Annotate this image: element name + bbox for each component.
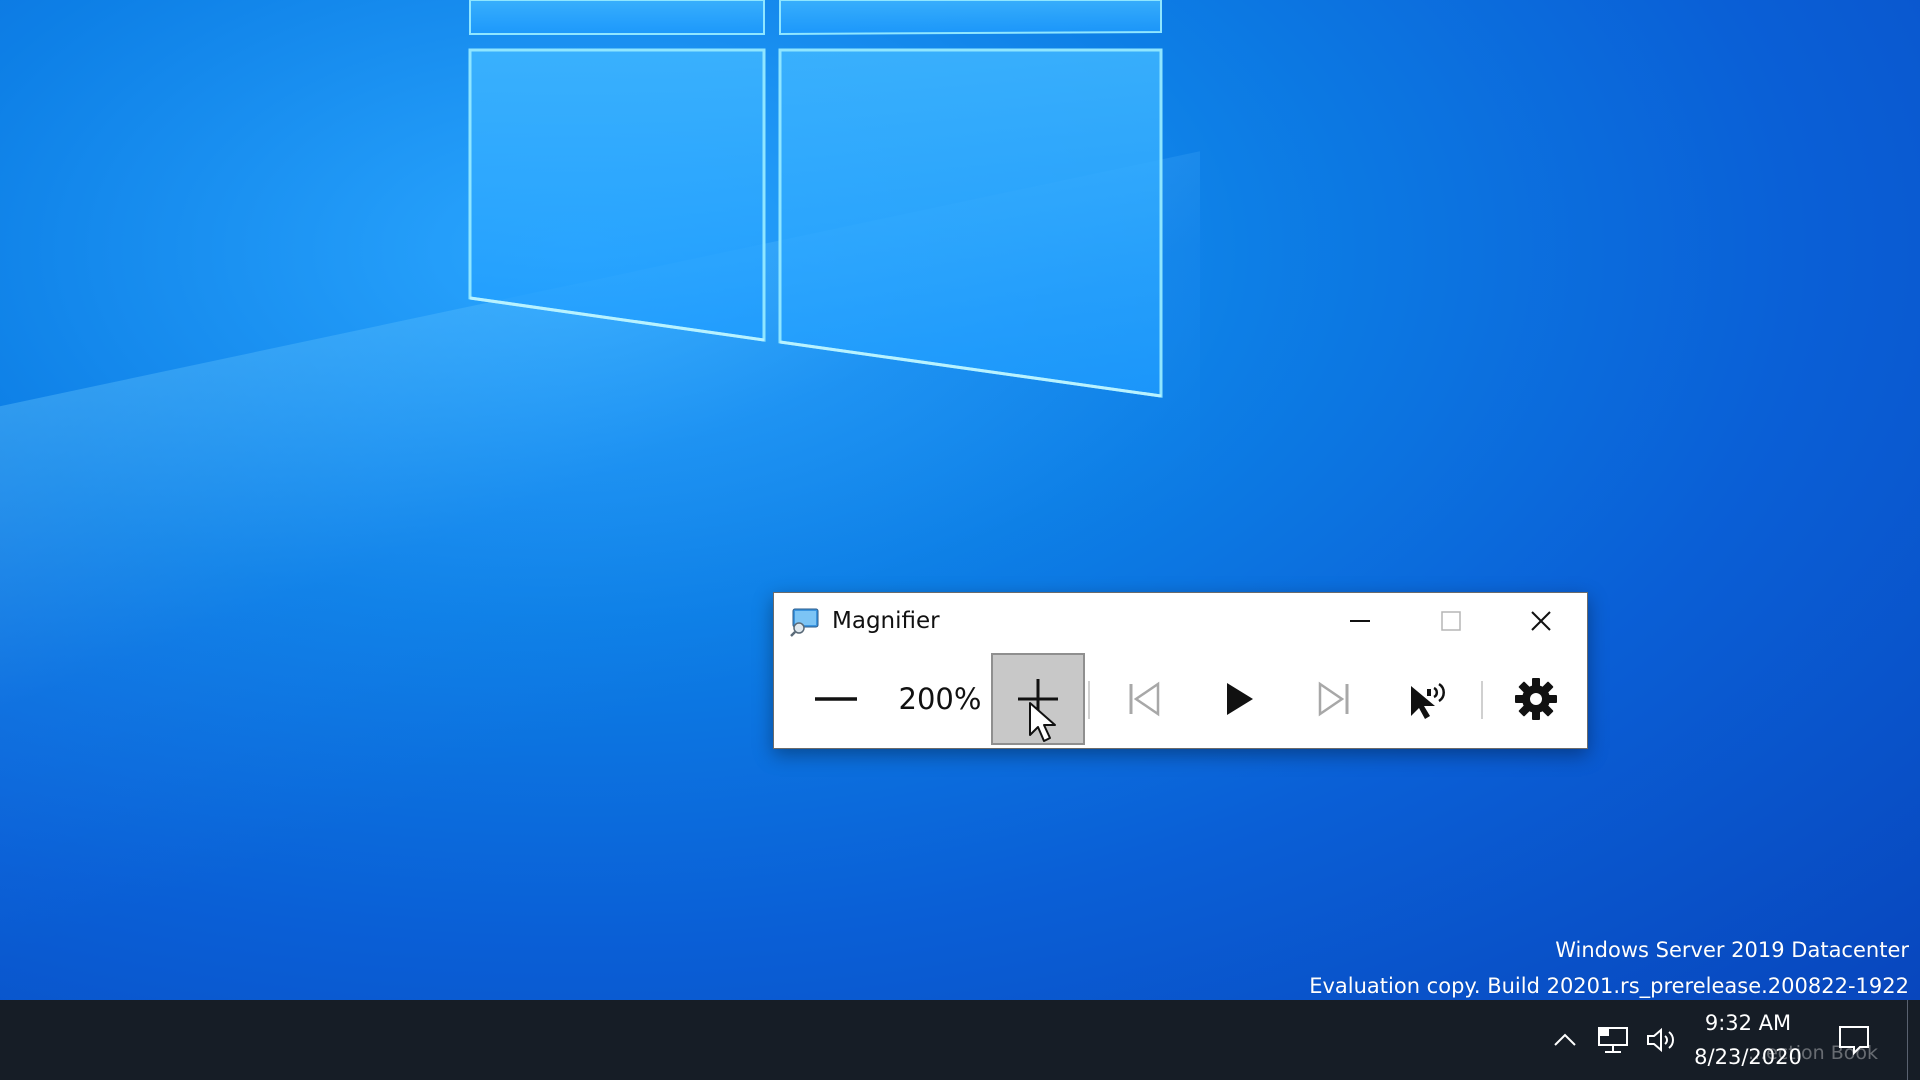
volume-tray-button[interactable] — [1641, 1000, 1681, 1080]
minimize-button[interactable] — [1315, 593, 1405, 649]
network-tray-button[interactable] — [1593, 1000, 1633, 1080]
toolbar-separator — [1481, 681, 1483, 719]
os-watermark: Windows Server 2019 Datacenter Evaluatio… — [1309, 932, 1909, 1004]
zoom-out-button[interactable] — [790, 649, 882, 749]
previous-button[interactable] — [1099, 649, 1189, 749]
clock-time: 9:32 AM — [1704, 1011, 1792, 1035]
watermark-build: Evaluation copy. Build 20201.rs_prerelea… — [1309, 974, 1909, 998]
logo-pane-top-left — [469, 0, 765, 35]
magnifier-window: Magnifier 200% — [773, 592, 1588, 749]
chevron-up-icon — [1554, 1033, 1576, 1046]
logo-pane-top-right — [779, 0, 1162, 36]
show-hidden-icons-button[interactable] — [1545, 1000, 1585, 1080]
play-icon — [1227, 683, 1253, 715]
close-button[interactable] — [1496, 593, 1586, 649]
maximize-button[interactable] — [1406, 593, 1496, 649]
minimize-icon — [1350, 620, 1370, 622]
skip-previous-icon — [1129, 681, 1160, 717]
taskbar: 9:32 AM 8/23/2020 — [0, 1000, 1920, 1080]
read-from-here-button[interactable] — [1384, 649, 1476, 749]
windows-logo — [468, 0, 1163, 398]
minus-icon — [815, 697, 857, 701]
toolbar-separator — [1088, 681, 1090, 719]
logo-pane-bottom-right — [778, 48, 1163, 398]
volume-icon — [1647, 1027, 1674, 1053]
pointer-speak-icon — [1411, 682, 1445, 719]
next-button[interactable] — [1289, 649, 1379, 749]
close-icon — [1531, 611, 1551, 631]
gear-icon — [1515, 678, 1557, 720]
skip-next-icon — [1318, 681, 1349, 717]
show-desktop-button[interactable] — [1907, 1000, 1920, 1080]
magnifier-app-icon — [790, 608, 819, 637]
play-button[interactable] — [1194, 649, 1284, 749]
magnifier-titlebar[interactable]: Magnifier — [774, 593, 1587, 649]
logo-pane-bottom-left — [468, 48, 766, 342]
settings-button[interactable] — [1490, 649, 1582, 749]
desktop-wallpaper — [0, 0, 1920, 1000]
mouse-cursor-icon — [1029, 702, 1056, 742]
network-icon — [1598, 1027, 1628, 1053]
maximize-icon — [1441, 611, 1461, 631]
zoom-level: 200% — [898, 682, 982, 716]
magnifier-toolbar: 200% — [774, 649, 1587, 749]
ghost-overlay-text: ...ection Book — [1748, 1042, 1878, 1064]
watermark-edition: Windows Server 2019 Datacenter — [1555, 938, 1909, 962]
window-title: Magnifier — [832, 608, 940, 634]
action-center-button[interactable] — [1834, 1000, 1874, 1080]
